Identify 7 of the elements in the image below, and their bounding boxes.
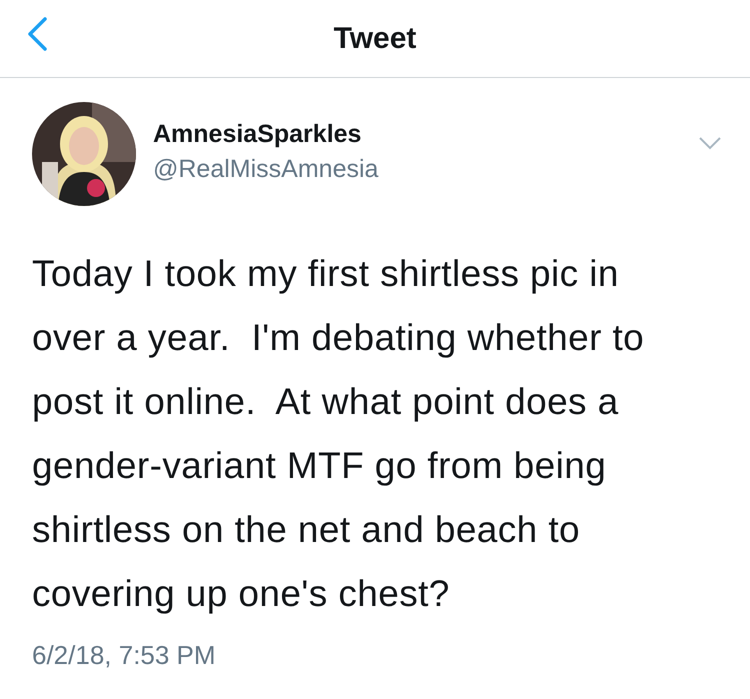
tweet-text: Today I took my first shirtless pic in over a year. I'm debating whether to post it online. At what point does a gender-variant MTF go from being shirtless on the net and beach to covering up one's chest? <box>32 252 646 616</box>
timestamp: 6/2/18, 7:53 PM <box>32 640 216 671</box>
chevron-down-icon[interactable] <box>698 136 722 150</box>
back-icon[interactable] <box>26 16 48 52</box>
author-handle[interactable]: @RealMissAmnesia <box>153 155 698 184</box>
page-title: Tweet <box>334 22 416 56</box>
author-name[interactable]: AmnesiaSparkles <box>153 120 698 149</box>
